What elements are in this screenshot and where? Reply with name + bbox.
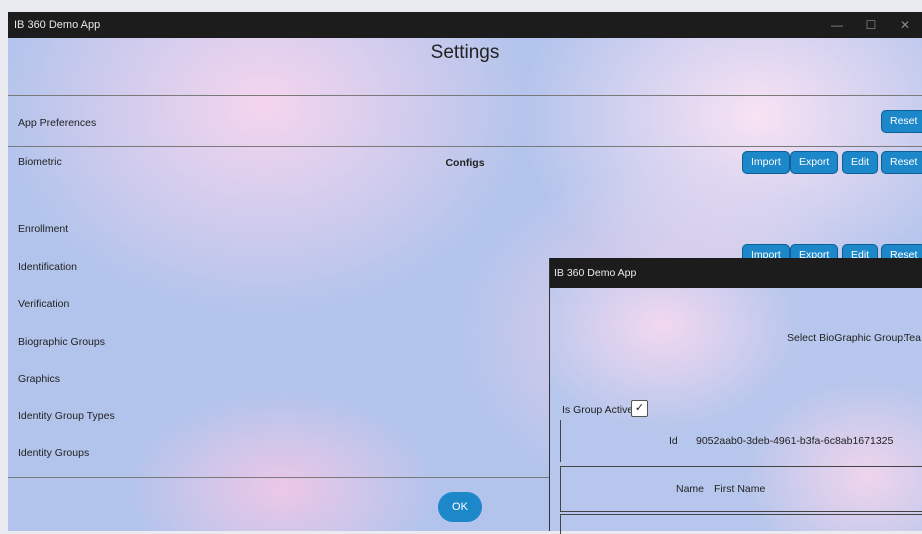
config-row-identification: Identification xyxy=(18,261,77,273)
config-row-biometric: Biometric xyxy=(18,156,62,168)
next-field-box xyxy=(560,514,922,534)
page-title: Settings xyxy=(430,42,500,63)
biometric-reset-button[interactable]: Reset xyxy=(881,151,922,174)
is-group-active-label: Is Group Active xyxy=(562,404,634,416)
biometric-edit-button[interactable]: Edit xyxy=(842,151,879,174)
app-preferences-label: App Preferences xyxy=(18,117,97,129)
config-row-identity-group-types: Identity Group Types xyxy=(18,410,115,422)
dialog-title: IB 360 Demo App xyxy=(550,258,922,288)
config-row-enrollment: Enrollment xyxy=(18,223,69,235)
close-icon[interactable]: ✕ xyxy=(888,12,922,38)
minimize-icon[interactable]: — xyxy=(820,12,854,38)
select-biographic-group-label: Select BioGraphic Group: xyxy=(787,332,907,344)
name-field[interactable]: First Name xyxy=(714,483,765,495)
maximize-icon[interactable]: ☐ xyxy=(854,12,888,38)
window-controls: — ☐ ✕ xyxy=(820,12,922,38)
app-preferences-reset-button[interactable]: Reset xyxy=(881,110,922,133)
id-value: 9052aab0-3deb-4961-b3fa-6c8ab1671325 xyxy=(696,435,894,447)
divider xyxy=(8,146,922,147)
config-row-verification: Verification xyxy=(18,298,70,310)
title-bar: IB 360 Demo App — ☐ ✕ xyxy=(8,12,922,38)
biometric-import-button[interactable]: Import xyxy=(742,151,790,174)
ok-button[interactable]: OK xyxy=(438,492,482,522)
is-group-active-checkbox[interactable]: ✓ xyxy=(631,400,648,417)
config-row-identity-groups: Identity Groups xyxy=(18,447,90,459)
window-title: IB 360 Demo App xyxy=(14,19,101,31)
biographic-group-select[interactable]: Tea xyxy=(904,332,921,344)
id-label: Id xyxy=(669,435,678,447)
divider xyxy=(8,95,922,96)
config-row-graphics: Graphics xyxy=(18,373,61,385)
biometric-export-button[interactable]: Export xyxy=(790,151,839,174)
name-label: Name xyxy=(676,483,705,495)
config-row-biographic-groups: Biographic Groups xyxy=(18,336,105,348)
